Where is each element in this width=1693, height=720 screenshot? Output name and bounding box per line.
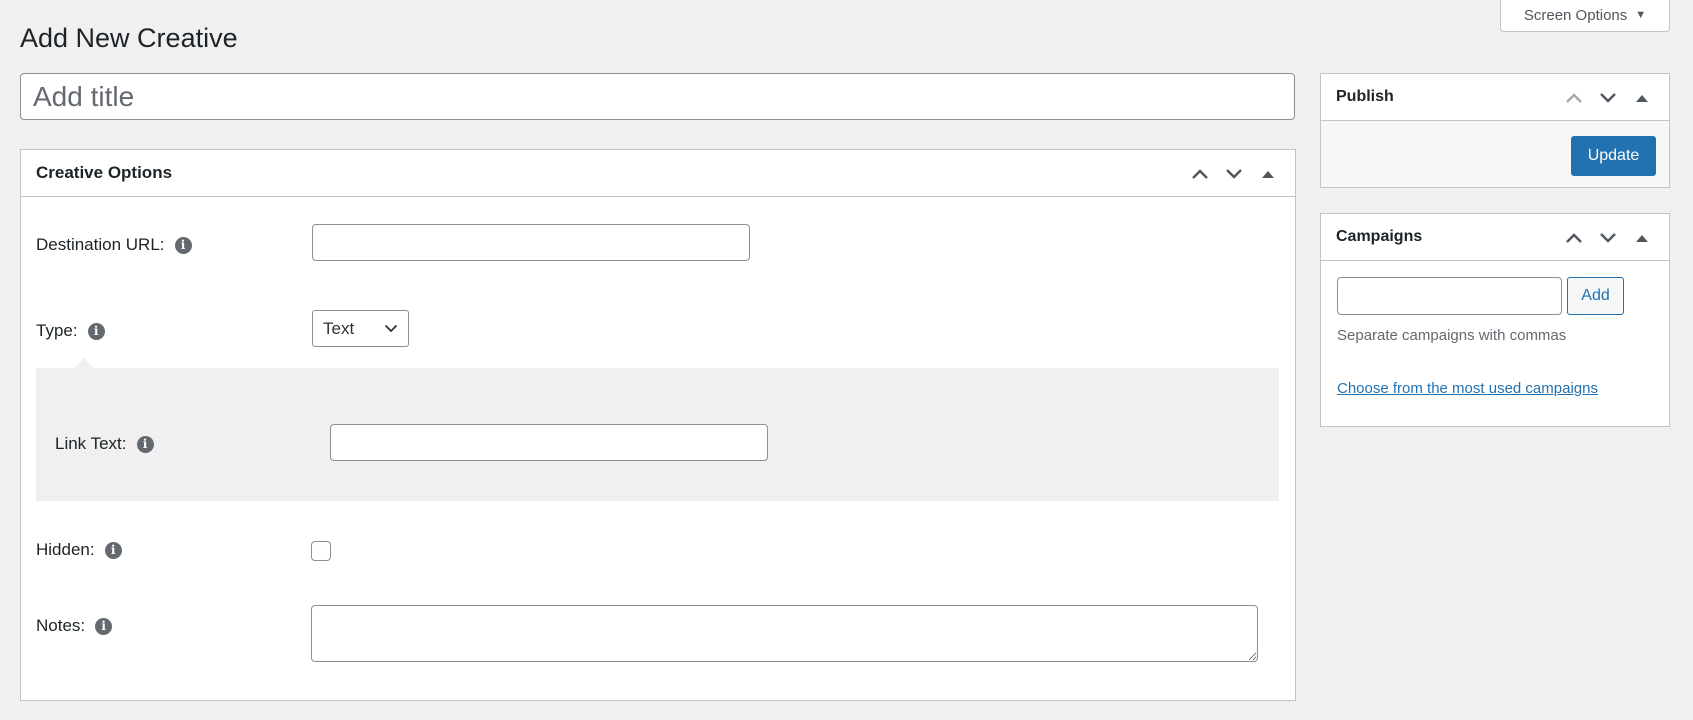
chevron-down-icon	[1600, 92, 1616, 103]
destination-url-label-text: Destination URL:	[36, 235, 165, 254]
notes-label-text: Notes:	[36, 616, 86, 635]
notes-textarea[interactable]	[311, 605, 1258, 662]
type-label-text: Type:	[36, 321, 78, 340]
info-icon[interactable]: i	[174, 236, 192, 254]
notes-label: Notes: i	[36, 616, 113, 636]
chevron-down-icon	[384, 324, 398, 333]
publish-box: Publish Update	[1320, 73, 1670, 188]
box-controls	[1557, 214, 1659, 261]
add-campaign-button[interactable]: Add	[1567, 277, 1624, 315]
most-used-campaigns-link[interactable]: Choose from the most used campaigns	[1337, 380, 1598, 397]
hidden-label: Hidden: i	[36, 540, 122, 560]
info-icon[interactable]: i	[87, 322, 105, 340]
info-icon[interactable]: i	[136, 435, 154, 453]
screen-options-button[interactable]: Screen Options ▼	[1500, 0, 1670, 32]
publish-title: Publish	[1336, 88, 1394, 105]
type-select[interactable]: Text	[312, 310, 409, 347]
panel-pointer	[74, 358, 94, 368]
destination-url-input[interactable]	[312, 224, 750, 261]
toggle-panel-button[interactable]	[1625, 220, 1659, 256]
chevron-down-icon	[1600, 232, 1616, 243]
toggle-panel-button[interactable]	[1625, 80, 1659, 116]
triangle-up-icon	[1636, 94, 1648, 102]
chevron-up-icon	[1566, 92, 1582, 103]
move-down-button[interactable]	[1591, 80, 1625, 116]
triangle-up-icon	[1262, 170, 1274, 178]
campaign-input[interactable]	[1337, 277, 1562, 315]
page-title: Add New Creative	[20, 23, 238, 53]
type-label: Type: i	[36, 321, 105, 341]
chevron-up-icon	[1192, 168, 1208, 179]
screen-options-label: Screen Options	[1523, 6, 1628, 24]
info-icon[interactable]: i	[95, 617, 113, 635]
campaigns-box: Campaigns Add Separate campaigns with co…	[1320, 213, 1670, 427]
hidden-label-text: Hidden:	[36, 540, 95, 559]
update-button[interactable]: Update	[1571, 136, 1656, 176]
hidden-checkbox[interactable]	[311, 541, 331, 561]
triangle-up-icon	[1636, 234, 1648, 242]
triangle-down-icon: ▼	[1635, 9, 1647, 21]
publish-header: Publish	[1321, 74, 1669, 121]
move-down-button[interactable]	[1217, 156, 1251, 192]
box-controls	[1557, 74, 1659, 121]
chevron-down-icon	[1226, 168, 1242, 179]
creative-options-box: Creative Options Destination URL: i Type…	[20, 149, 1296, 701]
toggle-panel-button[interactable]	[1251, 156, 1285, 192]
publish-actions: Update	[1321, 121, 1669, 187]
move-down-button[interactable]	[1591, 220, 1625, 256]
destination-url-label: Destination URL: i	[36, 235, 192, 255]
creative-options-title: Creative Options	[36, 163, 173, 182]
info-icon[interactable]: i	[104, 541, 122, 559]
move-up-button[interactable]	[1557, 220, 1591, 256]
move-up-button[interactable]	[1183, 156, 1217, 192]
campaigns-header: Campaigns	[1321, 214, 1669, 261]
chevron-up-icon	[1566, 232, 1582, 243]
type-options-panel: Link Text: i	[36, 358, 1279, 501]
box-controls	[1183, 150, 1285, 197]
move-up-button[interactable]	[1557, 80, 1591, 116]
link-text-label-text: Link Text:	[55, 434, 127, 453]
link-text-input[interactable]	[330, 424, 768, 461]
title-input[interactable]	[20, 73, 1295, 120]
campaigns-help-text: Separate campaigns with commas	[1337, 327, 1567, 344]
campaigns-title: Campaigns	[1336, 228, 1423, 245]
type-select-value: Text	[323, 318, 355, 338]
link-text-label: Link Text: i	[55, 434, 154, 454]
creative-options-header: Creative Options	[21, 150, 1295, 197]
